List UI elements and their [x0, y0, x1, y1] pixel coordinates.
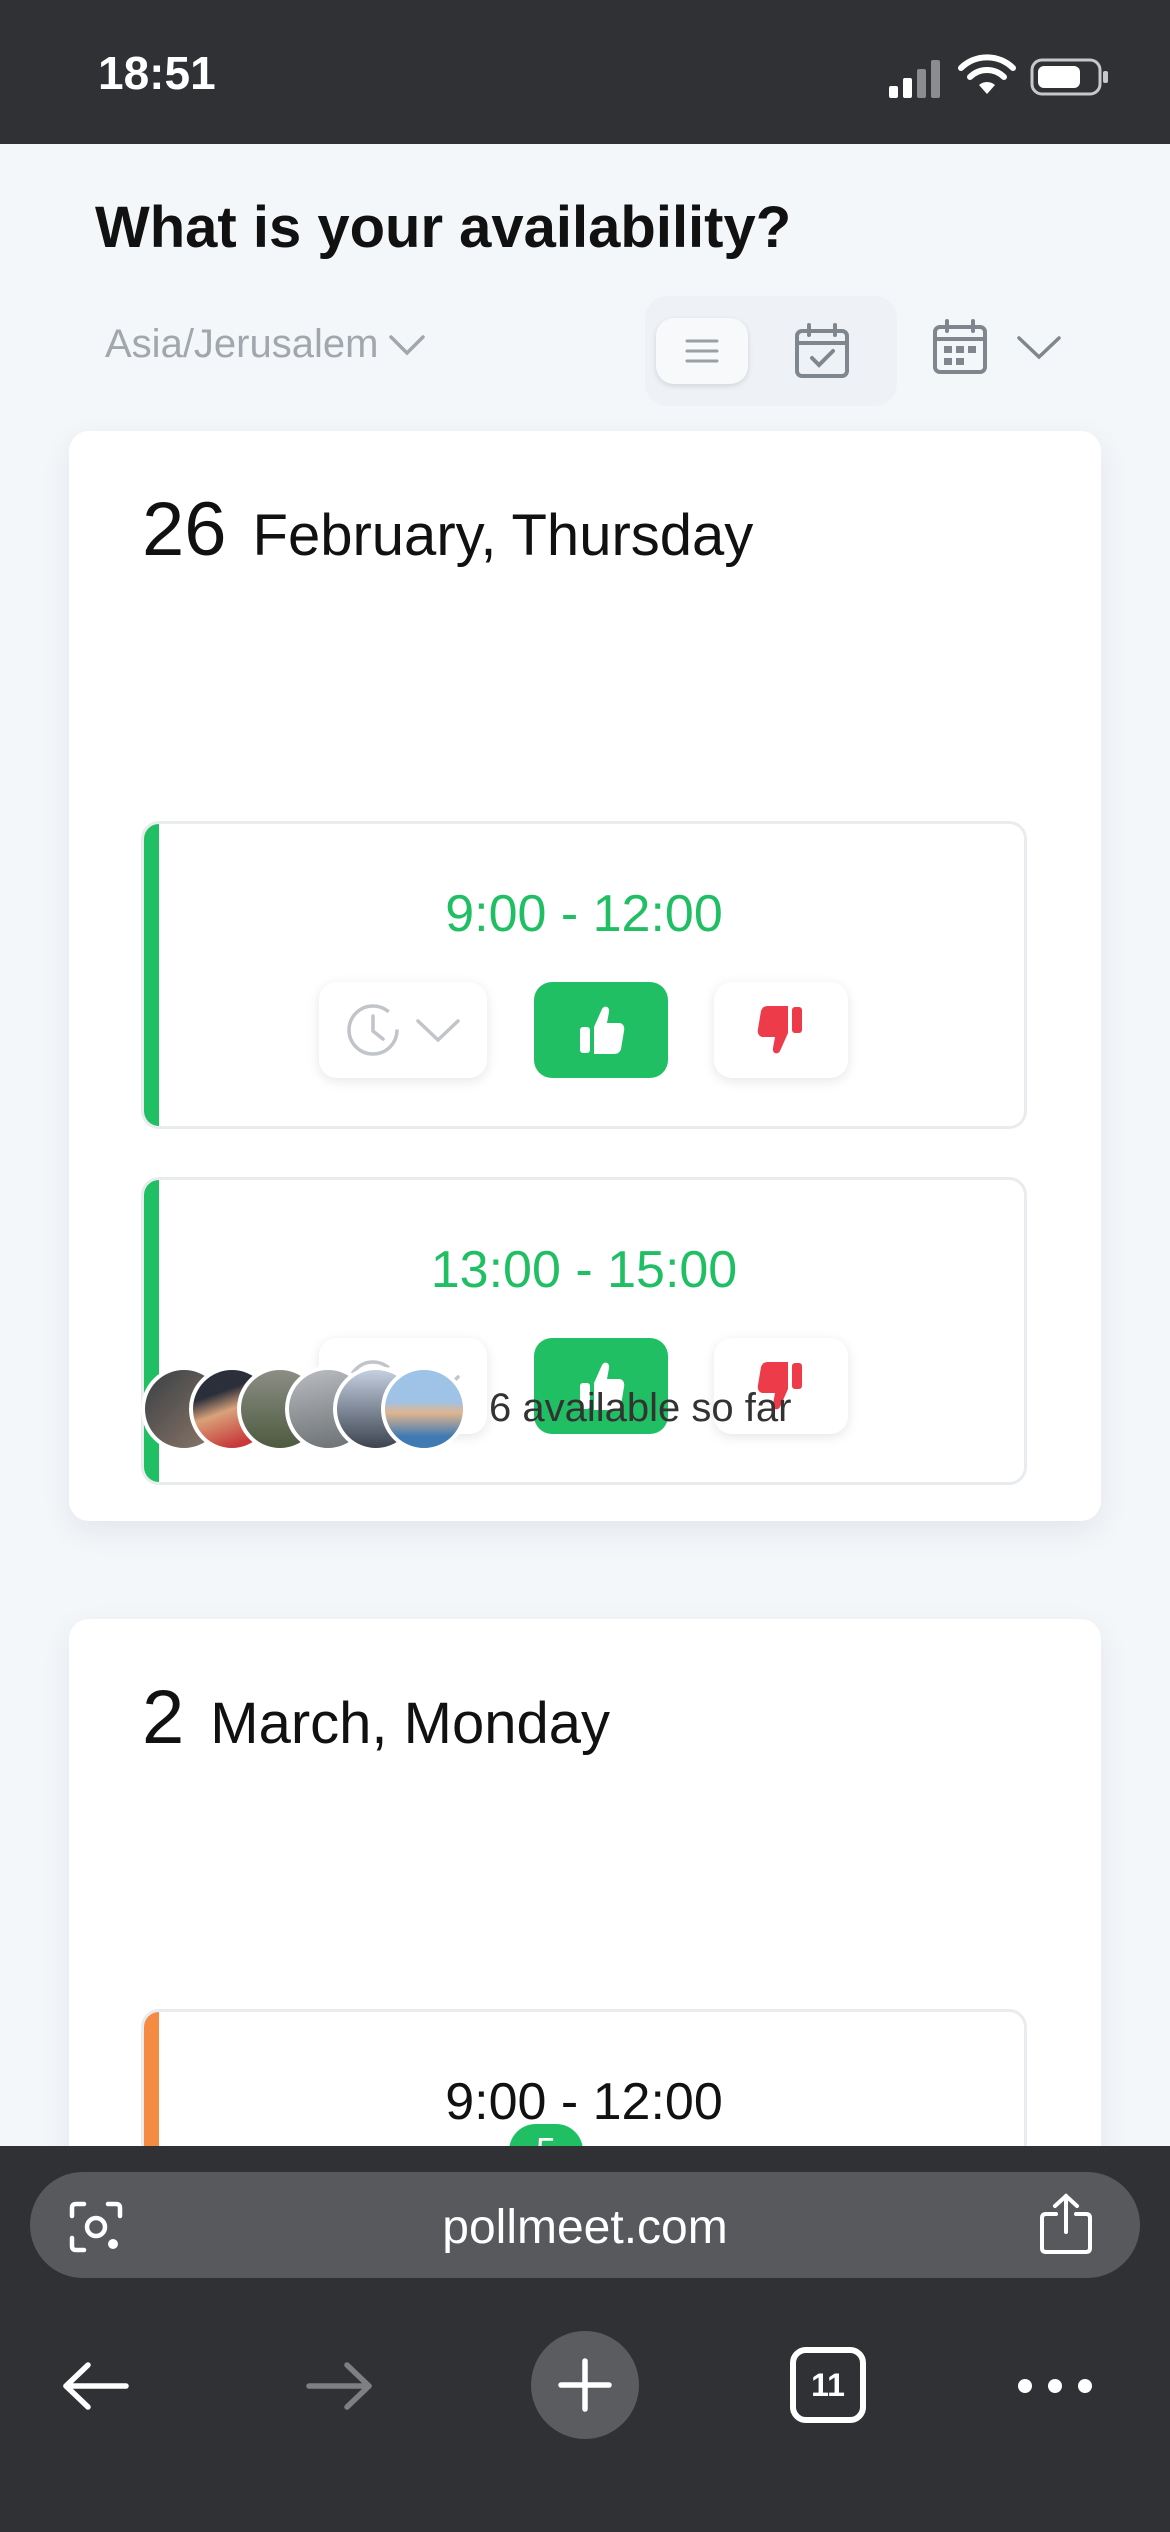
chevron-down-icon [416, 1019, 460, 1043]
time-slot: 9:00 - 12:00 5 [141, 2009, 1027, 2146]
thumbs-up-button[interactable] [534, 982, 668, 1078]
status-bar: 18:51 [0, 0, 1170, 144]
participant-avatars[interactable] [141, 1366, 471, 1452]
page-title: What is your availability? [95, 195, 792, 260]
signal-icon [889, 60, 940, 98]
status-icons [887, 50, 1112, 100]
arrow-right-icon [306, 2362, 372, 2410]
slot-time: 9:00 - 12:00 [445, 2073, 723, 2131]
url-text: pollmeet.com [442, 2201, 728, 2254]
back-button[interactable] [55, 2346, 135, 2426]
thumbs-down-button[interactable] [714, 982, 848, 1078]
day-header: 2 March, Monday [142, 1674, 610, 1761]
day-number: 26 [142, 487, 227, 572]
add-to-calendar-menu[interactable] [930, 312, 1080, 382]
chevron-down-icon [389, 334, 426, 355]
available-count: 6 available so far [489, 1386, 792, 1430]
calendar-view-button[interactable] [774, 316, 870, 386]
chevron-down-icon [1017, 336, 1061, 360]
battery-icon [1030, 58, 1108, 96]
tab-switcher-button[interactable]: 11 [790, 2347, 866, 2423]
time-slot: 9:00 - 12:00 [141, 821, 1027, 1129]
more-dots-icon [1018, 2379, 1092, 2393]
timezone-label: Asia/Jerusalem [105, 322, 379, 366]
slot-status-bar [144, 824, 159, 1126]
calendar-icon [933, 319, 987, 374]
thumbs-down-icon [757, 1006, 802, 1054]
clock-icon [347, 1004, 399, 1056]
forward-button[interactable] [300, 2346, 380, 2426]
arrow-left-icon [63, 2362, 129, 2410]
day-number: 2 [142, 1675, 185, 1760]
avatar [381, 1366, 467, 1452]
status-time: 18:51 [98, 47, 216, 99]
share-icon [1040, 2193, 1092, 2254]
day-card: 26 February, Thursday 9:00 - 12:00 13:00… [69, 431, 1101, 1521]
timezone-select[interactable]: Asia/Jerusalem [105, 322, 426, 367]
page-content: What is your availability? Asia/Jerusale… [0, 144, 1170, 2146]
share-button[interactable] [1038, 2192, 1094, 2256]
new-tab-button[interactable] [531, 2331, 639, 2439]
slot-time: 9:00 - 12:00 [445, 885, 723, 943]
day-header: 26 February, Thursday [142, 486, 753, 573]
browser-toolbar: pollmeet.com 11 [0, 2146, 1170, 2532]
wifi-icon [958, 54, 1016, 94]
more-menu-button[interactable] [1010, 2351, 1100, 2421]
day-card: 2 March, Monday 9:00 - 12:00 5 [69, 1619, 1101, 2146]
list-view-button[interactable] [656, 318, 748, 384]
slot-time: 13:00 - 15:00 [430, 1241, 738, 1299]
time-adjust-button[interactable] [319, 982, 487, 1078]
list-icon [685, 339, 719, 363]
address-bar[interactable]: pollmeet.com [30, 2172, 1140, 2278]
day-month-weekday: March, Monday [210, 1691, 610, 1756]
calendar-check-icon [795, 323, 849, 378]
day-month-weekday: February, Thursday [252, 503, 754, 568]
plus-icon [558, 2358, 612, 2412]
thumbs-up-icon [580, 1006, 625, 1054]
